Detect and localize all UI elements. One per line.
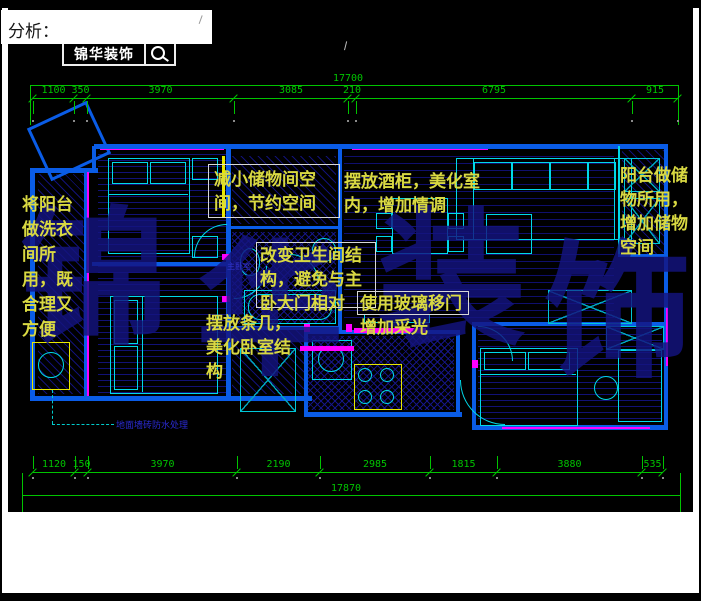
dim-overall-line <box>22 495 680 496</box>
dim-extension <box>632 101 633 114</box>
frame-left <box>0 0 2 601</box>
sofa-cushion <box>588 162 616 190</box>
waterproof-note: 地面墙砖防水处理 <box>116 418 188 431</box>
door-jamb <box>346 324 352 332</box>
burner <box>358 368 372 382</box>
dim-segment-label: 3970 <box>139 85 183 96</box>
dim-total-label: 17700 <box>326 73 370 84</box>
window-bottom-right <box>502 427 650 429</box>
frame-top <box>0 0 701 8</box>
logo-text: 锦华装饰 <box>62 41 146 66</box>
dim-dot <box>32 477 34 479</box>
dim-dot <box>73 120 75 122</box>
page: 锦华装饰 将阳台做洗衣间所用，既合理又方便 减小储物间空间，节约空间 摆放酒柜，… <box>0 0 701 601</box>
dim-extension <box>430 456 431 469</box>
burner <box>358 390 372 404</box>
dim-extension <box>234 101 235 114</box>
wall-kitchen-bottom <box>304 412 462 417</box>
burner <box>380 368 394 382</box>
dim-segment-label: 350 <box>59 85 103 96</box>
dim-riser <box>22 473 23 512</box>
annotation-storage: 减小储物间空间，节约空间 <box>214 168 336 216</box>
window-top-center <box>352 149 488 150</box>
annotation-balcony-storage: 阳台做储物所用，增加储物空间 <box>620 164 693 260</box>
stray-mark <box>344 41 353 51</box>
leader-line <box>52 424 114 425</box>
bed-line <box>108 194 188 195</box>
burner <box>380 390 394 404</box>
dim-dot <box>74 477 76 479</box>
watermark-glyph: 饰 <box>544 240 692 388</box>
logo: 锦华装饰 <box>62 41 176 66</box>
dim-extension <box>497 456 498 469</box>
dim-dot <box>87 477 89 479</box>
dim-segment-label: 6795 <box>472 85 516 96</box>
dim-dot <box>86 120 88 122</box>
dim-total-label: 17870 <box>324 483 368 494</box>
dim-dot <box>355 120 357 122</box>
dim-dot <box>347 120 349 122</box>
dim-segment-label: 535 <box>631 459 675 470</box>
analysis-label: 分析： <box>8 17 59 42</box>
dim-extension <box>237 456 238 469</box>
magnifier-icon[interactable] <box>144 41 176 66</box>
dim-sub-line <box>33 472 663 473</box>
dim-dot <box>233 120 235 122</box>
annotation-wine-cabinet: 摆放酒柜，美化室内，增加情调 <box>344 170 500 218</box>
frame-bottom <box>0 593 701 601</box>
dim-segment-label: 3880 <box>548 459 592 470</box>
dim-extension <box>33 101 34 114</box>
sofa-cushion <box>512 162 550 190</box>
dim-segment-label: 150 <box>60 459 104 470</box>
dim-segment-label: 210 <box>330 85 374 96</box>
dim-extension <box>320 456 321 469</box>
pillow <box>150 162 186 184</box>
analysis-header: 分析： <box>1 10 212 44</box>
annotation-console: 摆放条几，美化卧室结构 <box>206 312 294 384</box>
dim-segment-label: 915 <box>633 85 677 96</box>
dim-dot <box>496 477 498 479</box>
dim-riser <box>680 473 681 512</box>
dim-extension <box>348 101 349 114</box>
room-label: 主卧室 <box>227 261 251 272</box>
dim-segment-label: 2985 <box>353 459 397 470</box>
sofa-cushion <box>550 162 588 190</box>
dim-extension <box>678 101 679 114</box>
dim-dot <box>319 477 321 479</box>
dim-dot <box>677 120 679 122</box>
window-top-left <box>100 149 224 150</box>
dim-dot <box>236 477 238 479</box>
cad-canvas: 锦华装饰 将阳台做洗衣间所用，既合理又方便 减小储物间空间，节约空间 摆放酒柜，… <box>8 8 693 512</box>
leader-line <box>52 390 53 424</box>
pillow <box>112 162 148 184</box>
dim-extension <box>356 101 357 114</box>
dim-segment-label: 1815 <box>442 459 486 470</box>
dim-segment-label: 3970 <box>141 459 185 470</box>
annotation-bathroom: 改变卫生间结构，避免与主卧大门相对 <box>260 244 370 316</box>
annotation-glass-door: 使用玻璃移门增加采光 <box>360 292 465 340</box>
dim-segment-label: 2190 <box>257 459 301 470</box>
annotation-laundry: 将阳台做洗衣间所用，既合理又方便 <box>22 192 82 342</box>
dim-extension <box>74 101 75 114</box>
dim-segment-label: 3085 <box>269 85 313 96</box>
dim-extension <box>87 101 88 114</box>
entry-door-arc <box>460 380 505 425</box>
dim-dot <box>641 477 643 479</box>
dim-dot <box>429 477 431 479</box>
dim-dot <box>631 120 633 122</box>
dim-dot <box>32 120 34 122</box>
dim-dot <box>662 477 664 479</box>
